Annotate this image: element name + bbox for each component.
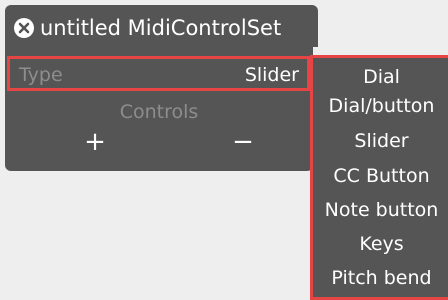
dropdown-option-keys[interactable]: Keys <box>313 230 448 258</box>
add-control-button[interactable]: + <box>80 128 110 156</box>
dropdown-option-pitch-bend[interactable]: Pitch bend <box>313 264 448 292</box>
close-icon[interactable] <box>13 17 35 39</box>
dropdown-option-note-button[interactable]: Note button <box>313 196 448 224</box>
type-dropdown: Dial Dial/button Slider CC Button Note b… <box>310 55 448 300</box>
dropdown-option-slider[interactable]: Slider <box>313 127 448 155</box>
type-selector[interactable]: Type Slider <box>7 56 310 91</box>
type-label: Type <box>19 64 63 86</box>
title-tab: untitled MidiControlSet <box>5 5 318 47</box>
controls-label: Controls <box>119 101 199 123</box>
dropdown-option-dial[interactable]: Dial <box>313 63 448 91</box>
dropdown-option-cc-button[interactable]: CC Button <box>313 162 448 190</box>
remove-control-button[interactable]: − <box>228 128 258 156</box>
type-value: Slider <box>244 64 299 86</box>
window-title: untitled MidiControlSet <box>40 16 282 40</box>
dropdown-option-dial-button[interactable]: Dial/button <box>313 92 448 120</box>
